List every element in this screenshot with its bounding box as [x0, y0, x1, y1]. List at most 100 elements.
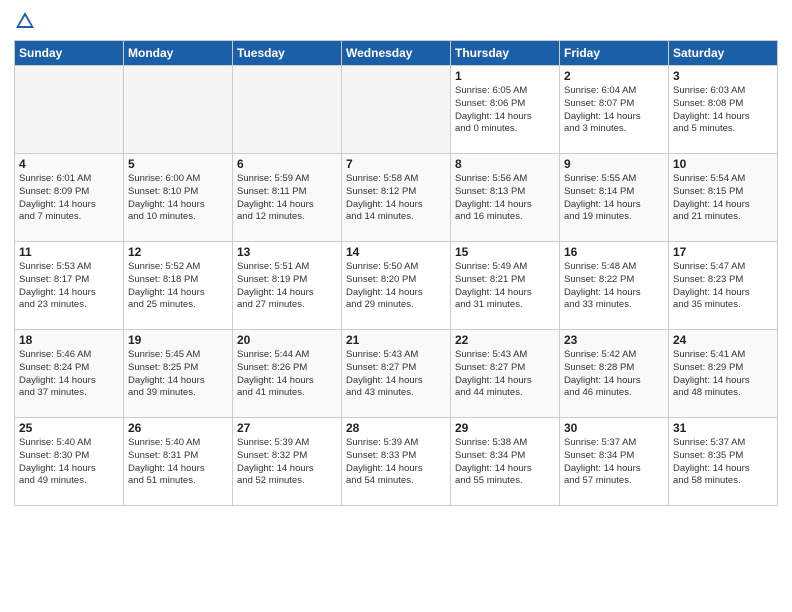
day-number: 18: [19, 333, 119, 347]
day-cell: [342, 66, 451, 154]
day-number: 22: [455, 333, 555, 347]
day-info: Sunrise: 5:52 AM Sunset: 8:18 PM Dayligh…: [128, 261, 228, 312]
day-info: Sunrise: 5:39 AM Sunset: 8:32 PM Dayligh…: [237, 437, 337, 488]
day-cell: 4 Sunrise: 6:01 AM Sunset: 8:09 PM Daylig…: [15, 154, 124, 242]
day-cell: 3 Sunrise: 6:03 AM Sunset: 8:08 PM Daylig…: [669, 66, 778, 154]
header: [14, 10, 778, 32]
day-cell: 2Sunrise: 6:04 AM Sunset: 8:07 PM Daylig…: [560, 66, 669, 154]
weekday-header-sunday: Sunday: [15, 41, 124, 66]
logo-icon: [14, 10, 36, 32]
day-cell: 25 Sunrise: 5:40 AM Sunset: 8:30 PM Dayli…: [15, 418, 124, 506]
day-number: 27: [237, 421, 337, 435]
day-cell: 14 Sunrise: 5:50 AM Sunset: 8:20 PM Dayli…: [342, 242, 451, 330]
day-info: Sunrise: 5:44 AM Sunset: 8:26 PM Dayligh…: [237, 349, 337, 400]
weekday-header-saturday: Saturday: [669, 41, 778, 66]
day-number: 13: [237, 245, 337, 259]
day-info: Sunrise: 5:37 AM Sunset: 8:34 PM Dayligh…: [564, 437, 664, 488]
day-cell: 30 Sunrise: 5:37 AM Sunset: 8:34 PM Dayli…: [560, 418, 669, 506]
day-number: 17: [673, 245, 773, 259]
day-cell: [233, 66, 342, 154]
day-info: Sunrise: 5:48 AM Sunset: 8:22 PM Dayligh…: [564, 261, 664, 312]
day-cell: 27 Sunrise: 5:39 AM Sunset: 8:32 PM Dayli…: [233, 418, 342, 506]
day-number: 12: [128, 245, 228, 259]
day-info: Sunrise: 5:53 AM Sunset: 8:17 PM Dayligh…: [19, 261, 119, 312]
day-number: 3: [673, 69, 773, 83]
week-row-1: 4 Sunrise: 6:01 AM Sunset: 8:09 PM Daylig…: [15, 154, 778, 242]
day-number: 16: [564, 245, 664, 259]
day-cell: 11 Sunrise: 5:53 AM Sunset: 8:17 PM Dayli…: [15, 242, 124, 330]
day-number: 30: [564, 421, 664, 435]
day-number: 11: [19, 245, 119, 259]
day-cell: 7Sunrise: 5:58 AM Sunset: 8:12 PM Daylig…: [342, 154, 451, 242]
day-cell: [124, 66, 233, 154]
weekday-header-wednesday: Wednesday: [342, 41, 451, 66]
day-info: Sunrise: 5:54 AM Sunset: 8:15 PM Dayligh…: [673, 173, 773, 224]
day-info: Sunrise: 5:42 AM Sunset: 8:28 PM Dayligh…: [564, 349, 664, 400]
day-info: Sunrise: 6:03 AM Sunset: 8:08 PM Dayligh…: [673, 85, 773, 136]
day-info: Sunrise: 5:47 AM Sunset: 8:23 PM Dayligh…: [673, 261, 773, 312]
day-info: Sunrise: 5:43 AM Sunset: 8:27 PM Dayligh…: [455, 349, 555, 400]
day-cell: 9Sunrise: 5:55 AM Sunset: 8:14 PM Daylig…: [560, 154, 669, 242]
day-cell: 28Sunrise: 5:39 AM Sunset: 8:33 PM Dayli…: [342, 418, 451, 506]
day-info: Sunrise: 5:45 AM Sunset: 8:25 PM Dayligh…: [128, 349, 228, 400]
day-cell: 12 Sunrise: 5:52 AM Sunset: 8:18 PM Dayli…: [124, 242, 233, 330]
day-number: 23: [564, 333, 664, 347]
week-row-2: 11 Sunrise: 5:53 AM Sunset: 8:17 PM Dayli…: [15, 242, 778, 330]
day-cell: 31Sunrise: 5:37 AM Sunset: 8:35 PM Dayli…: [669, 418, 778, 506]
day-cell: 24 Sunrise: 5:41 AM Sunset: 8:29 PM Dayli…: [669, 330, 778, 418]
day-info: Sunrise: 5:40 AM Sunset: 8:30 PM Dayligh…: [19, 437, 119, 488]
day-number: 19: [128, 333, 228, 347]
week-row-4: 25 Sunrise: 5:40 AM Sunset: 8:30 PM Dayli…: [15, 418, 778, 506]
day-info: Sunrise: 5:38 AM Sunset: 8:34 PM Dayligh…: [455, 437, 555, 488]
calendar: SundayMondayTuesdayWednesdayThursdayFrid…: [14, 40, 778, 506]
day-cell: 8Sunrise: 5:56 AM Sunset: 8:13 PM Daylig…: [451, 154, 560, 242]
day-cell: 10Sunrise: 5:54 AM Sunset: 8:15 PM Dayli…: [669, 154, 778, 242]
weekday-header-tuesday: Tuesday: [233, 41, 342, 66]
day-number: 5: [128, 157, 228, 171]
day-number: 20: [237, 333, 337, 347]
day-cell: 26Sunrise: 5:40 AM Sunset: 8:31 PM Dayli…: [124, 418, 233, 506]
day-number: 14: [346, 245, 446, 259]
day-cell: 17 Sunrise: 5:47 AM Sunset: 8:23 PM Dayli…: [669, 242, 778, 330]
page: SundayMondayTuesdayWednesdayThursdayFrid…: [0, 0, 792, 612]
day-number: 25: [19, 421, 119, 435]
logo: [14, 10, 38, 32]
day-info: Sunrise: 5:56 AM Sunset: 8:13 PM Dayligh…: [455, 173, 555, 224]
day-number: 24: [673, 333, 773, 347]
day-cell: 18 Sunrise: 5:46 AM Sunset: 8:24 PM Dayli…: [15, 330, 124, 418]
day-number: 6: [237, 157, 337, 171]
day-info: Sunrise: 5:55 AM Sunset: 8:14 PM Dayligh…: [564, 173, 664, 224]
day-info: Sunrise: 5:43 AM Sunset: 8:27 PM Dayligh…: [346, 349, 446, 400]
day-number: 4: [19, 157, 119, 171]
day-number: 28: [346, 421, 446, 435]
day-cell: 22 Sunrise: 5:43 AM Sunset: 8:27 PM Dayli…: [451, 330, 560, 418]
weekday-header-friday: Friday: [560, 41, 669, 66]
weekday-header-monday: Monday: [124, 41, 233, 66]
day-cell: 19 Sunrise: 5:45 AM Sunset: 8:25 PM Dayli…: [124, 330, 233, 418]
day-info: Sunrise: 5:37 AM Sunset: 8:35 PM Dayligh…: [673, 437, 773, 488]
day-number: 29: [455, 421, 555, 435]
day-cell: 15Sunrise: 5:49 AM Sunset: 8:21 PM Dayli…: [451, 242, 560, 330]
day-info: Sunrise: 5:49 AM Sunset: 8:21 PM Dayligh…: [455, 261, 555, 312]
day-cell: 29 Sunrise: 5:38 AM Sunset: 8:34 PM Dayli…: [451, 418, 560, 506]
day-info: Sunrise: 5:41 AM Sunset: 8:29 PM Dayligh…: [673, 349, 773, 400]
day-number: 1: [455, 69, 555, 83]
day-info: Sunrise: 5:46 AM Sunset: 8:24 PM Dayligh…: [19, 349, 119, 400]
day-info: Sunrise: 5:40 AM Sunset: 8:31 PM Dayligh…: [128, 437, 228, 488]
day-info: Sunrise: 5:58 AM Sunset: 8:12 PM Dayligh…: [346, 173, 446, 224]
day-info: Sunrise: 5:50 AM Sunset: 8:20 PM Dayligh…: [346, 261, 446, 312]
weekday-header-row: SundayMondayTuesdayWednesdayThursdayFrid…: [15, 41, 778, 66]
day-info: Sunrise: 6:05 AM Sunset: 8:06 PM Dayligh…: [455, 85, 555, 136]
day-number: 2: [564, 69, 664, 83]
day-cell: 20 Sunrise: 5:44 AM Sunset: 8:26 PM Dayli…: [233, 330, 342, 418]
day-info: Sunrise: 6:01 AM Sunset: 8:09 PM Dayligh…: [19, 173, 119, 224]
day-cell: 16 Sunrise: 5:48 AM Sunset: 8:22 PM Dayli…: [560, 242, 669, 330]
day-cell: [15, 66, 124, 154]
day-info: Sunrise: 5:59 AM Sunset: 8:11 PM Dayligh…: [237, 173, 337, 224]
day-cell: 1 Sunrise: 6:05 AM Sunset: 8:06 PM Daylig…: [451, 66, 560, 154]
day-cell: 23 Sunrise: 5:42 AM Sunset: 8:28 PM Dayli…: [560, 330, 669, 418]
day-cell: 13Sunrise: 5:51 AM Sunset: 8:19 PM Dayli…: [233, 242, 342, 330]
weekday-header-thursday: Thursday: [451, 41, 560, 66]
day-number: 21: [346, 333, 446, 347]
week-row-0: 1 Sunrise: 6:05 AM Sunset: 8:06 PM Daylig…: [15, 66, 778, 154]
